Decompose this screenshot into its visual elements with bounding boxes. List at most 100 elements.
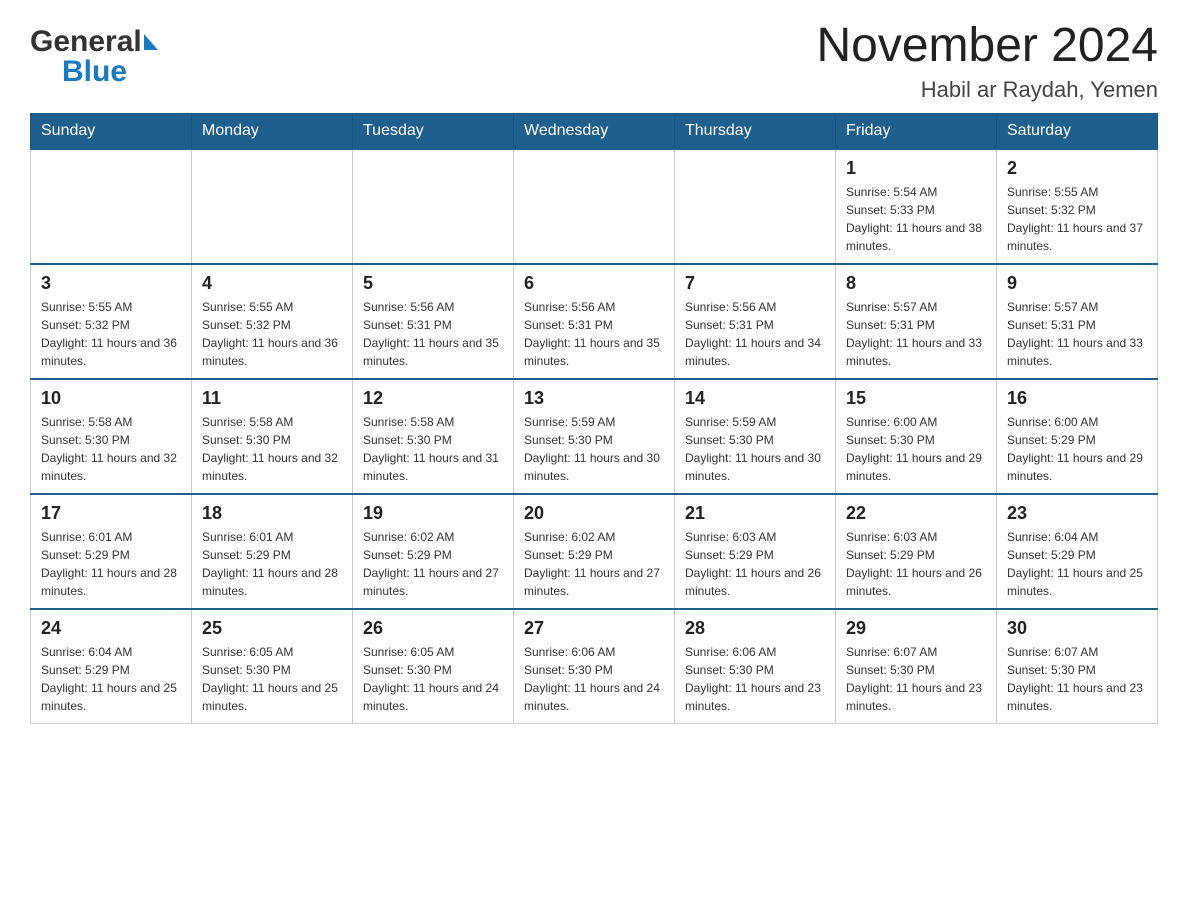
day-number: 3	[41, 273, 181, 294]
day-info: Sunrise: 6:03 AMSunset: 5:29 PMDaylight:…	[685, 528, 825, 600]
calendar-cell: 29Sunrise: 6:07 AMSunset: 5:30 PMDayligh…	[836, 609, 997, 724]
calendar-cell: 13Sunrise: 5:59 AMSunset: 5:30 PMDayligh…	[514, 379, 675, 494]
day-info: Sunrise: 6:02 AMSunset: 5:29 PMDaylight:…	[363, 528, 503, 600]
day-info: Sunrise: 6:04 AMSunset: 5:29 PMDaylight:…	[1007, 528, 1147, 600]
header-monday: Monday	[192, 113, 353, 149]
day-number: 23	[1007, 503, 1147, 524]
logo: General Blue	[30, 25, 158, 89]
calendar-week-row: 3 Sunrise: 5:55 AMSunset: 5:32 PMDaylight…	[31, 264, 1158, 379]
calendar-cell	[675, 149, 836, 264]
day-info: Sunrise: 6:05 AMSunset: 5:30 PMDaylight:…	[363, 643, 503, 715]
day-info: Sunrise: 5:59 AMSunset: 5:30 PMDaylight:…	[685, 413, 825, 485]
day-number: 1	[846, 158, 986, 179]
day-number: 24	[41, 618, 181, 639]
calendar-cell: 20Sunrise: 6:02 AMSunset: 5:29 PMDayligh…	[514, 494, 675, 609]
day-info: Sunrise: 6:00 AMSunset: 5:30 PMDaylight:…	[846, 413, 986, 485]
calendar-cell: 8 Sunrise: 5:57 AMSunset: 5:31 PMDaylight…	[836, 264, 997, 379]
calendar-cell: 7Sunrise: 5:56 AMSunset: 5:31 PMDaylight…	[675, 264, 836, 379]
day-info: Sunrise: 6:04 AMSunset: 5:29 PMDaylight:…	[41, 643, 181, 715]
calendar-cell	[353, 149, 514, 264]
day-number: 12	[363, 388, 503, 409]
day-info: Sunrise: 5:55 AMSunset: 5:32 PMDaylight:…	[202, 298, 342, 370]
day-info: Sunrise: 5:58 AMSunset: 5:30 PMDaylight:…	[202, 413, 342, 485]
day-number: 20	[524, 503, 664, 524]
calendar-cell: 28 Sunrise: 6:06 AMSunset: 5:30 PMDayligh…	[675, 609, 836, 724]
day-info: Sunrise: 5:55 AMSunset: 5:32 PMDaylight:…	[41, 298, 181, 370]
calendar-cell: 15 Sunrise: 6:00 AMSunset: 5:30 PMDayligh…	[836, 379, 997, 494]
day-info: Sunrise: 5:58 AMSunset: 5:30 PMDaylight:…	[41, 413, 181, 485]
calendar-week-row: 24 Sunrise: 6:04 AMSunset: 5:29 PMDayligh…	[31, 609, 1158, 724]
day-number: 9	[1007, 273, 1147, 294]
day-info: Sunrise: 6:00 AMSunset: 5:29 PMDaylight:…	[1007, 413, 1147, 485]
calendar-cell: 17 Sunrise: 6:01 AMSunset: 5:29 PMDayligh…	[31, 494, 192, 609]
calendar-cell: 30Sunrise: 6:07 AMSunset: 5:30 PMDayligh…	[997, 609, 1158, 724]
calendar-cell: 26 Sunrise: 6:05 AMSunset: 5:30 PMDayligh…	[353, 609, 514, 724]
calendar-cell	[192, 149, 353, 264]
day-number: 30	[1007, 618, 1147, 639]
logo-blue-text: Blue	[62, 55, 127, 88]
day-number: 26	[363, 618, 503, 639]
calendar-cell: 21 Sunrise: 6:03 AMSunset: 5:29 PMDayligh…	[675, 494, 836, 609]
calendar-cell: 11 Sunrise: 5:58 AMSunset: 5:30 PMDayligh…	[192, 379, 353, 494]
calendar-cell: 27 Sunrise: 6:06 AMSunset: 5:30 PMDayligh…	[514, 609, 675, 724]
calendar-cell: 10 Sunrise: 5:58 AMSunset: 5:30 PMDayligh…	[31, 379, 192, 494]
day-number: 17	[41, 503, 181, 524]
logo-arrow-icon	[144, 34, 158, 50]
day-number: 29	[846, 618, 986, 639]
day-info: Sunrise: 6:03 AMSunset: 5:29 PMDaylight:…	[846, 528, 986, 600]
day-number: 19	[363, 503, 503, 524]
day-info: Sunrise: 5:56 AMSunset: 5:31 PMDaylight:…	[524, 298, 664, 370]
day-info: Sunrise: 6:06 AMSunset: 5:30 PMDaylight:…	[524, 643, 664, 715]
calendar-cell: 22 Sunrise: 6:03 AMSunset: 5:29 PMDayligh…	[836, 494, 997, 609]
day-number: 5	[363, 273, 503, 294]
calendar-cell: 19 Sunrise: 6:02 AMSunset: 5:29 PMDayligh…	[353, 494, 514, 609]
day-number: 6	[524, 273, 664, 294]
day-number: 11	[202, 388, 342, 409]
day-info: Sunrise: 5:57 AMSunset: 5:31 PMDaylight:…	[1007, 298, 1147, 370]
calendar-title: November 2024	[816, 20, 1158, 73]
calendar-cell	[31, 149, 192, 264]
calendar-cell: 2 Sunrise: 5:55 AMSunset: 5:32 PMDaylight…	[997, 149, 1158, 264]
header-wednesday: Wednesday	[514, 113, 675, 149]
day-info: Sunrise: 5:58 AMSunset: 5:30 PMDaylight:…	[363, 413, 503, 485]
calendar-cell: 24 Sunrise: 6:04 AMSunset: 5:29 PMDayligh…	[31, 609, 192, 724]
day-number: 18	[202, 503, 342, 524]
calendar-cell: 3 Sunrise: 5:55 AMSunset: 5:32 PMDaylight…	[31, 264, 192, 379]
header-thursday: Thursday	[675, 113, 836, 149]
day-number: 15	[846, 388, 986, 409]
calendar-cell: 14 Sunrise: 5:59 AMSunset: 5:30 PMDayligh…	[675, 379, 836, 494]
day-info: Sunrise: 6:01 AMSunset: 5:29 PMDaylight:…	[41, 528, 181, 600]
calendar-header: Sunday Monday Tuesday Wednesday Thursday…	[31, 113, 1158, 149]
calendar-cell: 5Sunrise: 5:56 AMSunset: 5:31 PMDaylight…	[353, 264, 514, 379]
day-info: Sunrise: 5:57 AMSunset: 5:31 PMDaylight:…	[846, 298, 986, 370]
header-row: Sunday Monday Tuesday Wednesday Thursday…	[31, 113, 1158, 149]
page-header: General Blue November 2024 Habil ar Rayd…	[30, 20, 1158, 103]
calendar-week-row: 17 Sunrise: 6:01 AMSunset: 5:29 PMDayligh…	[31, 494, 1158, 609]
day-number: 10	[41, 388, 181, 409]
day-number: 27	[524, 618, 664, 639]
title-area: November 2024 Habil ar Raydah, Yemen	[816, 20, 1158, 103]
day-info: Sunrise: 6:01 AMSunset: 5:29 PMDaylight:…	[202, 528, 342, 600]
header-tuesday: Tuesday	[353, 113, 514, 149]
calendar-subtitle: Habil ar Raydah, Yemen	[816, 77, 1158, 103]
day-number: 21	[685, 503, 825, 524]
calendar-week-row: 1 Sunrise: 5:54 AMSunset: 5:33 PMDaylight…	[31, 149, 1158, 264]
day-number: 8	[846, 273, 986, 294]
calendar-cell: 12 Sunrise: 5:58 AMSunset: 5:30 PMDayligh…	[353, 379, 514, 494]
calendar-cell: 6 Sunrise: 5:56 AMSunset: 5:31 PMDaylight…	[514, 264, 675, 379]
day-info: Sunrise: 6:06 AMSunset: 5:30 PMDaylight:…	[685, 643, 825, 715]
calendar-cell: 18 Sunrise: 6:01 AMSunset: 5:29 PMDayligh…	[192, 494, 353, 609]
day-info: Sunrise: 5:56 AMSunset: 5:31 PMDaylight:…	[685, 298, 825, 370]
day-number: 22	[846, 503, 986, 524]
day-info: Sunrise: 5:55 AMSunset: 5:32 PMDaylight:…	[1007, 183, 1147, 255]
logo-general-text: General	[30, 25, 142, 59]
calendar-table: Sunday Monday Tuesday Wednesday Thursday…	[30, 113, 1158, 724]
day-number: 2	[1007, 158, 1147, 179]
day-number: 4	[202, 273, 342, 294]
day-info: Sunrise: 6:05 AMSunset: 5:30 PMDaylight:…	[202, 643, 342, 715]
day-info: Sunrise: 5:54 AMSunset: 5:33 PMDaylight:…	[846, 183, 986, 255]
day-number: 14	[685, 388, 825, 409]
day-number: 28	[685, 618, 825, 639]
day-number: 25	[202, 618, 342, 639]
calendar-cell: 9 Sunrise: 5:57 AMSunset: 5:31 PMDaylight…	[997, 264, 1158, 379]
